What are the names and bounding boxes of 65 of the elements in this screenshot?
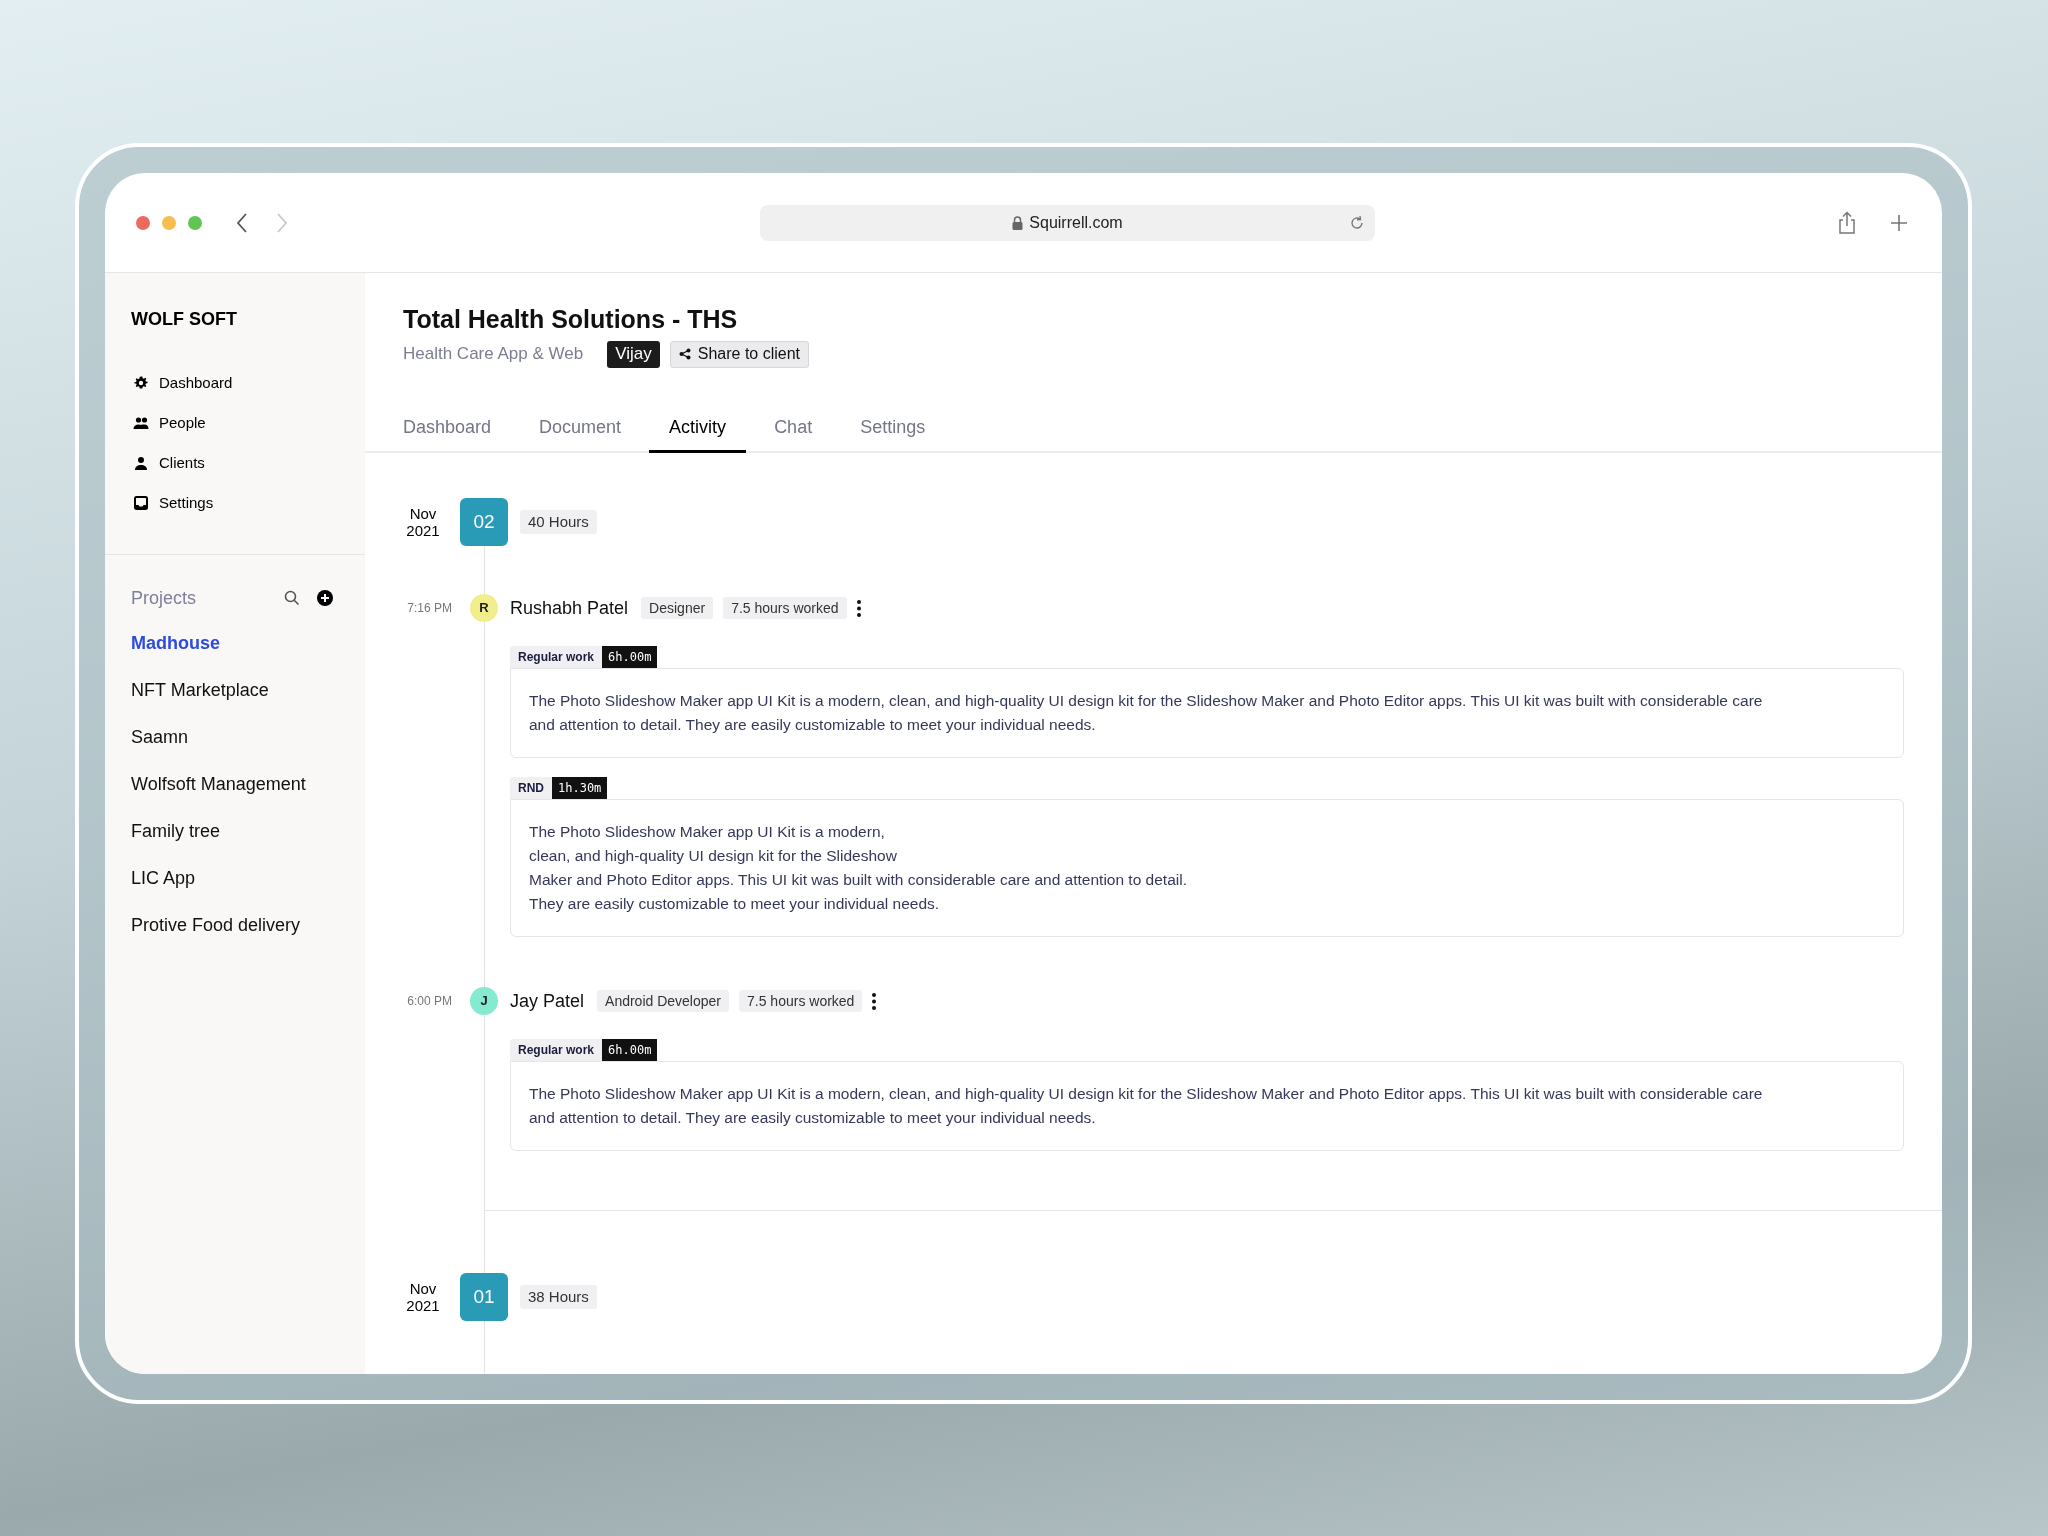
duration-tag: 1h.30m [552, 777, 608, 799]
project-item[interactable]: NFT Marketplace [131, 667, 339, 714]
hours-tag: 40 Hours [520, 510, 597, 534]
nav-item[interactable]: Clients [159, 451, 205, 475]
role-tag: Designer [641, 597, 714, 619]
day-badge: 02 [460, 498, 508, 546]
task-type-label: RND [510, 777, 552, 799]
tab[interactable]: Document [519, 414, 642, 453]
task-description: The Photo Slideshow Maker app UI Kit is a modern, clean, and high-quality UI design kit for the Slideshow Maker and Photo Editor apps. This UI kit was built with considerable care and attention to detail. They are easily customizable to meet your individual needs. [529, 691, 1764, 735]
avatar: R [470, 594, 498, 622]
project-item[interactable]: Protive Food delivery [131, 902, 339, 949]
project-subtitle: Health Care App & Web [403, 343, 584, 366]
gear-icon [133, 375, 149, 391]
url-text: Squirrell.com [1029, 213, 1123, 233]
projects-heading: Projects [131, 586, 197, 610]
hours-worked-tag: 7.5 hours worked [739, 990, 863, 1012]
tab[interactable]: Activity [649, 414, 747, 453]
avatar: J [470, 987, 498, 1015]
reload-icon[interactable] [1349, 215, 1365, 231]
new-tab-icon[interactable] [1890, 213, 1908, 232]
tab[interactable]: Settings [840, 414, 946, 453]
project-item[interactable]: Family tree [131, 808, 339, 855]
person-name: Jay Patel [510, 989, 585, 1013]
nav-item[interactable]: Settings [159, 491, 214, 515]
task-type-label: Regular work [510, 646, 603, 668]
date-year: 2021 [406, 1297, 440, 1314]
tray-icon [134, 496, 148, 510]
project-item[interactable]: LIC App [131, 855, 339, 902]
add-icon[interactable] [317, 590, 333, 606]
entry-time: 7:16 PM [406, 600, 453, 617]
project-item[interactable]: Madhouse [131, 620, 339, 667]
hours-worked-tag: 7.5 hours worked [723, 597, 847, 619]
project-title: Total Health Solutions - THS [403, 304, 739, 334]
entry-time: 6:00 PM [406, 993, 453, 1010]
nav-item[interactable]: People [159, 411, 206, 435]
share-button[interactable]: Share to client [669, 340, 809, 368]
date-month: Nov [409, 1280, 437, 1297]
address-bar[interactable]: Squirrell.com [760, 205, 1375, 241]
date-month: Nov [409, 505, 437, 522]
day-badge: 01 [460, 1273, 508, 1321]
nav-item[interactable]: Dashboard [159, 371, 233, 395]
person-name: Rushabh Patel [510, 596, 629, 620]
role-tag: Android Developer [597, 990, 729, 1012]
share-nodes-icon [678, 348, 691, 360]
date-year: 2021 [406, 522, 440, 539]
project-item[interactable]: Wolfsoft Management [131, 761, 339, 808]
project-item[interactable]: Saamn [131, 714, 339, 761]
lock-icon [1012, 216, 1024, 230]
tab[interactable]: Chat [754, 414, 833, 453]
hours-tag: 38 Hours [520, 1285, 597, 1309]
kebab-icon [856, 599, 861, 617]
duration-tag: 6h.00m [602, 1039, 658, 1061]
tab[interactable]: Dashboard [383, 414, 512, 453]
kebab-icon [872, 992, 877, 1010]
task-type-label: Regular work [510, 1039, 603, 1061]
share-icon[interactable] [1838, 210, 1856, 235]
owner-tag: Vijay [607, 340, 660, 368]
task-description: The Photo Slideshow Maker app UI Kit is a modern, clean, and high-quality UI design kit for the Slideshow Maker and Photo Editor apps. This UI kit was built with considerable care and attention to detail. They are easily customizable to meet your individual needs. [529, 822, 1188, 914]
task-description: The Photo Slideshow Maker app UI Kit is a modern, clean, and high-quality UI design kit for the Slideshow Maker and Photo Editor apps. This UI kit was built with considerable care and attention to detail. They are easily customizable to meet your individual needs. [529, 1084, 1764, 1128]
brand-name: WOLF SOFT [131, 308, 238, 330]
people-icon [133, 416, 149, 430]
duration-tag: 6h.00m [602, 646, 658, 668]
person-icon [134, 456, 148, 470]
back-icon[interactable] [236, 211, 248, 234]
search-icon[interactable] [284, 590, 300, 606]
